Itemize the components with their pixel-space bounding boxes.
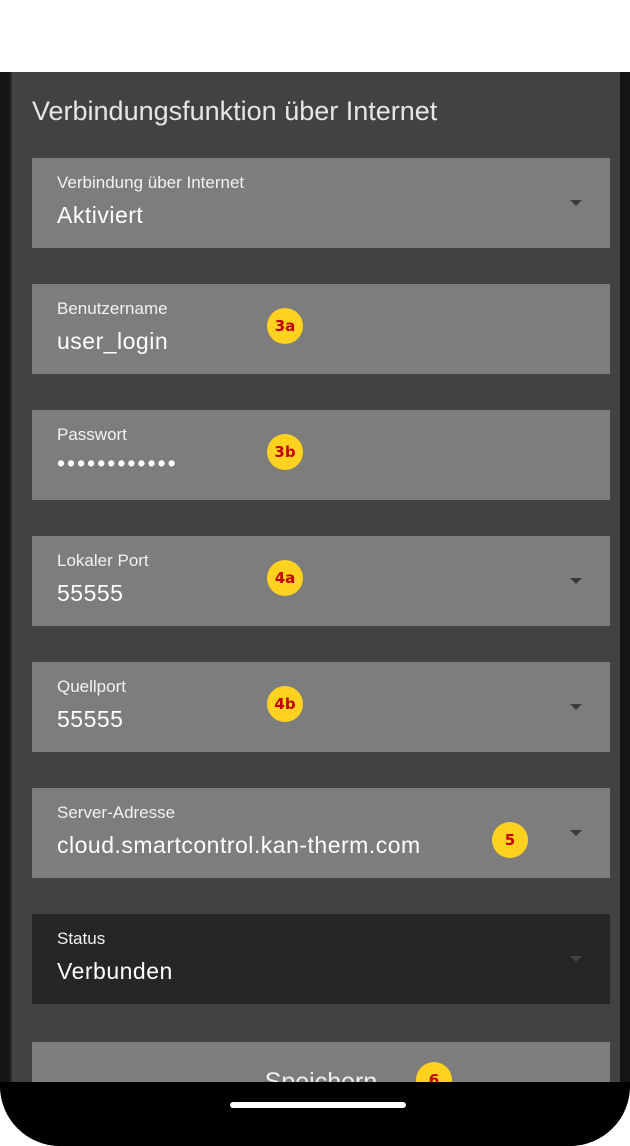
annotation-badge: 4b (267, 686, 303, 722)
server-address-dropdown[interactable]: Server-Adresse cloud.smartcontrol.kan-th… (32, 788, 610, 878)
field-label: Lokaler Port (57, 551, 149, 570)
dropdown-arrow-icon[interactable] (570, 830, 582, 836)
phone-frame: Verbindungsfunktion über Internet Verbin… (0, 72, 630, 1146)
field-value: user_login (57, 328, 169, 354)
annotation-badge: 3b (267, 434, 303, 470)
home-indicator[interactable] (230, 1102, 406, 1108)
field-label: Benutzername (57, 299, 168, 318)
field-label: Quellport (57, 677, 126, 696)
password-field[interactable]: Passwort •••••••••••• 3b (32, 410, 610, 500)
field-label: Verbindung über Internet (57, 173, 245, 192)
field-value: Verbunden (57, 958, 173, 984)
dropdown-arrow-icon[interactable] (570, 578, 582, 584)
annotation-badge: 5 (492, 822, 528, 858)
field-value: cloud.smartcontrol.kan-therm.com (57, 832, 421, 858)
annotation-badge: 4a (267, 560, 303, 596)
annotation-badge: 3a (267, 308, 303, 344)
field-label: Status (57, 929, 106, 948)
username-field[interactable]: Benutzername user_login 3a (32, 284, 610, 374)
settings-screen: Verbindungsfunktion über Internet Verbin… (10, 72, 620, 1102)
internet-connection-dropdown[interactable]: Verbindung über Internet Aktiviert (32, 158, 610, 248)
source-port-dropdown[interactable]: Quellport 55555 4b (32, 662, 610, 752)
field-label: Passwort (57, 425, 127, 444)
dropdown-arrow-icon[interactable] (570, 704, 582, 710)
section-title: Verbindungsfunktion über Internet (32, 96, 438, 126)
field-value: Aktiviert (57, 202, 144, 228)
field-value: 55555 (57, 706, 124, 732)
field-label: Server-Adresse (57, 803, 176, 822)
status-field: Status Verbunden (32, 914, 610, 1004)
dropdown-arrow-icon[interactable] (570, 200, 582, 206)
dropdown-arrow-icon (570, 956, 582, 962)
local-port-dropdown[interactable]: Lokaler Port 55555 4a (32, 536, 610, 626)
home-bar (0, 1082, 630, 1146)
field-value: 55555 (57, 580, 124, 606)
field-value: •••••••••••• (57, 450, 178, 476)
